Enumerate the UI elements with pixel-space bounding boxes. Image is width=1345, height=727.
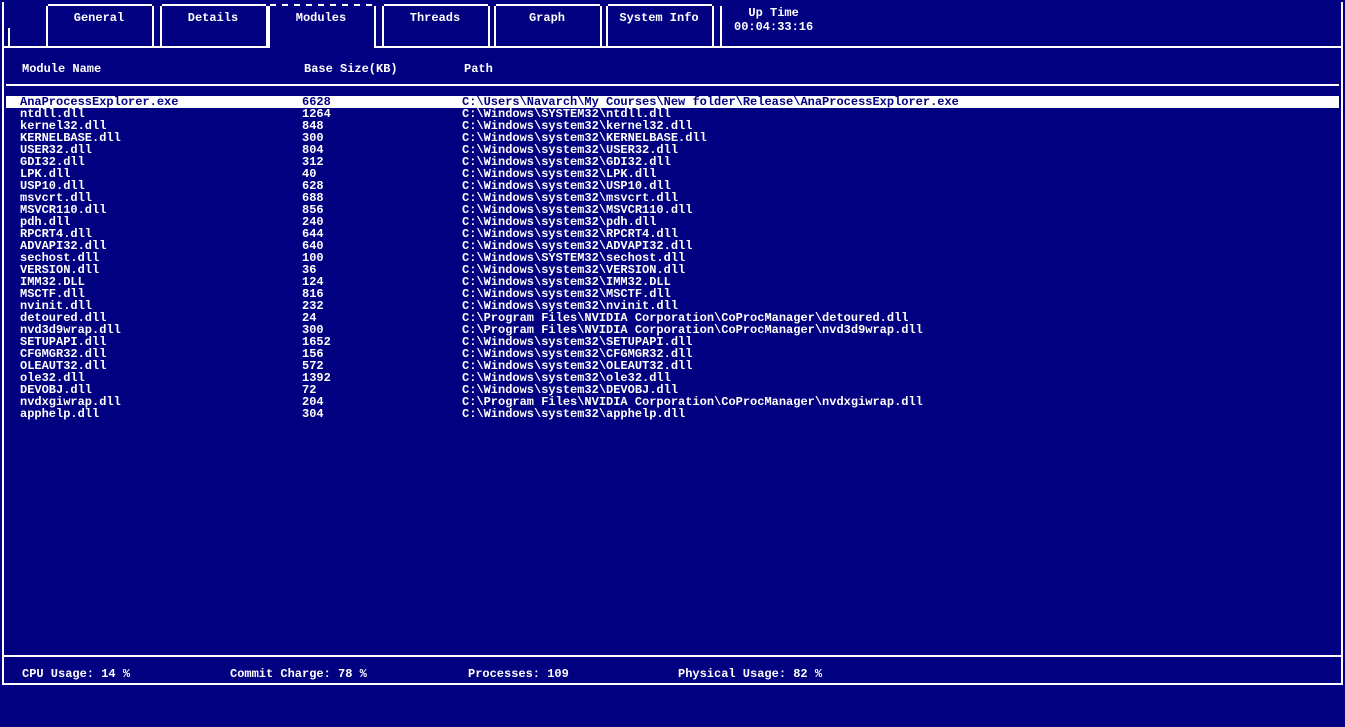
table-row[interactable]: GDI32.dll312C:\Windows\system32\GDI32.dl… <box>6 156 1339 168</box>
column-headers: Module Name Base Size(KB) Path <box>4 58 1341 84</box>
cell-module-name: apphelp.dll <box>20 408 99 420</box>
tab-graph[interactable]: Graph <box>494 6 600 30</box>
uptime-display: Up Time00:04:33:16 <box>734 6 813 34</box>
status-cpu-usage: CPU Usage: 14 % <box>22 667 130 681</box>
tab-underline <box>4 46 1341 48</box>
uptime-value: 00:04:33:16 <box>734 20 813 34</box>
tab-divider <box>374 6 376 46</box>
tab-bar: General DetailsModules ThreadsGraphSystem … <box>0 0 1345 48</box>
table-row[interactable]: VERSION.dll36C:\Windows\system32\VERSION… <box>6 264 1339 276</box>
tab-threads[interactable]: Threads <box>382 6 488 30</box>
table-row[interactable]: LPK.dll40C:\Windows\system32\LPK.dll <box>6 168 1339 180</box>
table-row[interactable]: USER32.dll804C:\Windows\system32\USER32.… <box>6 144 1339 156</box>
tab-divider <box>600 6 602 46</box>
status-commit-charge: Commit Charge: 78 % <box>230 667 367 681</box>
column-module-name[interactable]: Module Name <box>22 62 101 76</box>
table-row[interactable]: MSVCR110.dll856C:\Windows\system32\MSVCR… <box>6 204 1339 216</box>
tab-general[interactable]: General <box>46 6 152 30</box>
status-bar: CPU Usage: 14 % Commit Charge: 78 % Proc… <box>4 655 1341 683</box>
tab-details[interactable]: Details <box>160 6 266 30</box>
table-row[interactable]: IMM32.DLL124C:\Windows\system32\IMM32.DL… <box>6 276 1339 288</box>
columns-underline <box>6 84 1339 86</box>
status-physical-usage: Physical Usage: 82 % <box>678 667 822 681</box>
tab-divider <box>712 6 714 46</box>
cell-path: C:\Windows\system32\apphelp.dll <box>462 408 685 420</box>
tab-divider <box>152 6 154 46</box>
tab-system-info[interactable]: System Info <box>606 6 712 30</box>
table-row[interactable]: apphelp.dll 304 C:\Windows\system32\apphel… <box>6 408 1339 420</box>
column-path[interactable]: Path <box>464 62 493 76</box>
tab-divider <box>488 6 490 46</box>
cell-base-size: 304 <box>302 408 324 420</box>
uptime-label: Up Time <box>734 6 813 20</box>
table-row[interactable]: AnaProcessExplorer.exe6628C:\Users\Navar… <box>6 96 1339 108</box>
tab-divider <box>8 28 10 46</box>
module-list[interactable]: AnaProcessExplorer.exe6628C:\Users\Navar… <box>6 96 1339 639</box>
tab-divider <box>720 6 722 46</box>
table-row[interactable]: OLEAUT32.dll572C:\Windows\system32\OLEAU… <box>6 360 1339 372</box>
tab-modules[interactable]: Modules <box>268 6 374 30</box>
column-base-size[interactable]: Base Size(KB) <box>304 62 398 76</box>
active-tab-gap <box>270 46 374 48</box>
status-processes: Processes: 109 <box>468 667 569 681</box>
